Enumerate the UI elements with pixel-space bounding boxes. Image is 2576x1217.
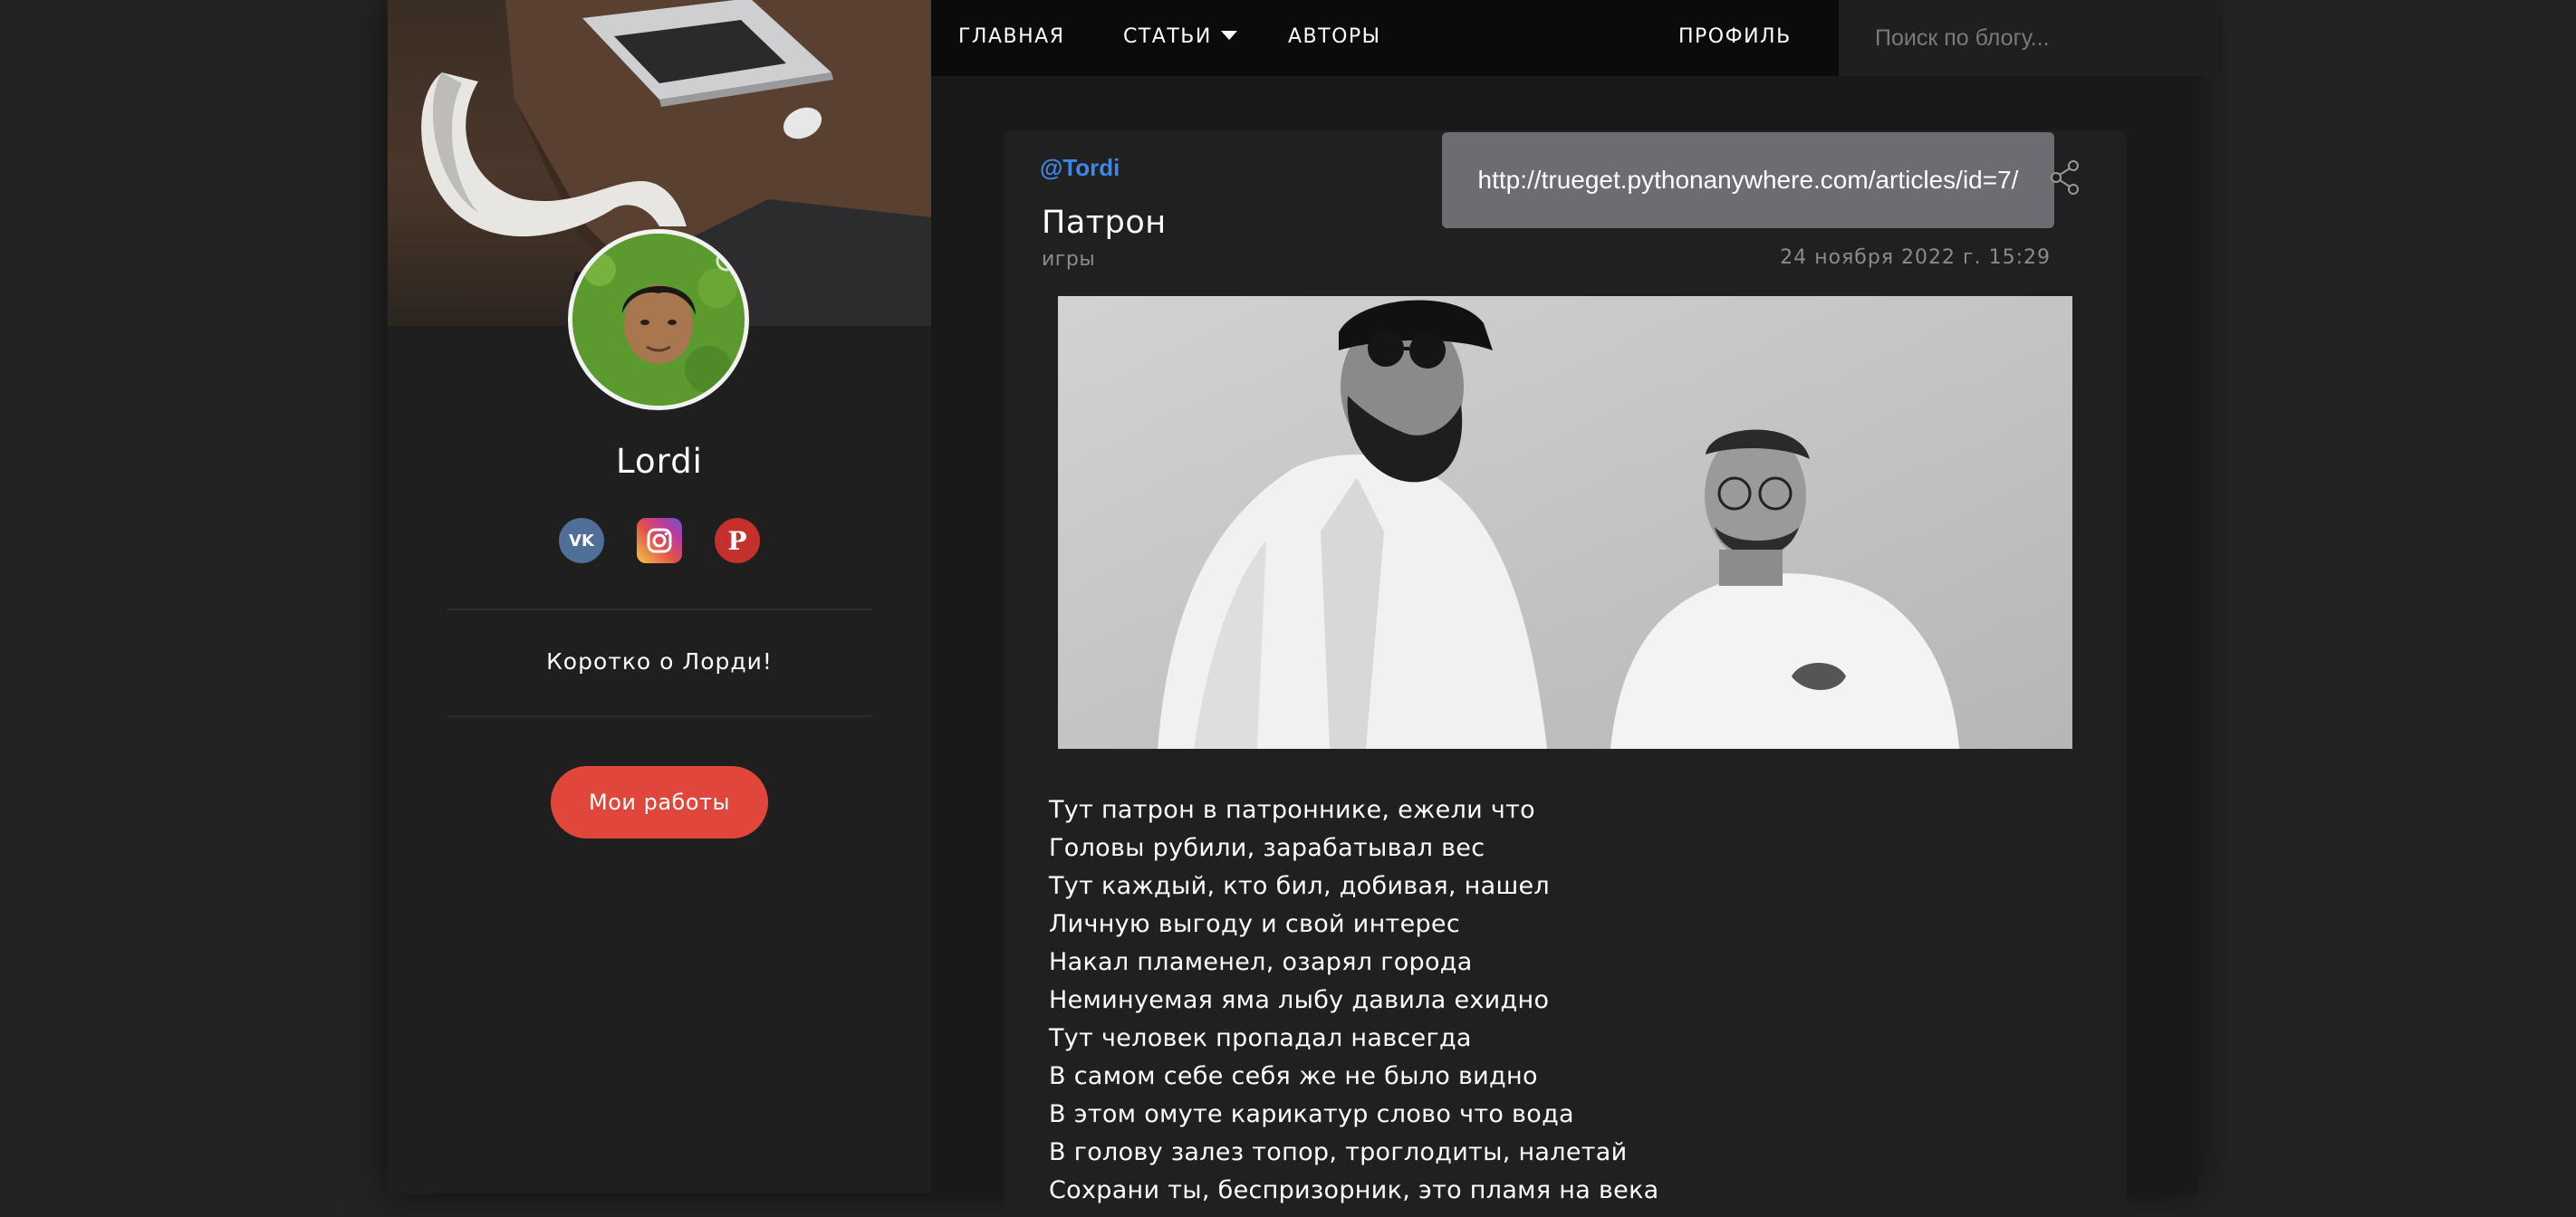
article-line: Неминуемая яма лыбу давила ехидно: [1049, 986, 1550, 1014]
avatar-image: [572, 234, 745, 406]
article-category[interactable]: игры: [1042, 248, 1095, 271]
my-works-button[interactable]: Мои работы: [551, 766, 768, 838]
article-line: Тут патрон в патроннике, ежели что: [1049, 796, 1535, 824]
article-line: В этом омуте карикатур слово что вода: [1049, 1100, 1574, 1128]
article-line: Накал пламенел, озарял города: [1049, 948, 1473, 976]
instagram-icon[interactable]: [637, 518, 682, 563]
article-photo: [1058, 296, 2072, 749]
article-date: 24 ноября 2022 г. 15:29: [1780, 246, 2051, 269]
sidebar-divider-top: [447, 608, 871, 610]
share-url-tooltip: http://trueget.pythonanywhere.com/articl…: [1442, 132, 2054, 228]
nav-articles-label: СТАТЬИ: [1123, 25, 1212, 48]
nav-authors[interactable]: АВТОРЫ: [1288, 0, 1381, 76]
chevron-down-icon: [1220, 31, 1237, 40]
article-author-link[interactable]: @Tordi: [1040, 154, 1120, 182]
author-name: Lordi: [616, 442, 703, 481]
article-title: Патрон: [1042, 205, 1167, 241]
article-line: Сохрани ты, беспризорник, это пламя на в…: [1049, 1176, 1659, 1204]
sidebar-divider-bottom: [447, 715, 871, 717]
nav-profile[interactable]: ПРОФИЛЬ: [1678, 0, 1792, 76]
article-line: Головы рубили, зарабатывал вес: [1049, 834, 1485, 862]
instagram-glyph: [647, 528, 672, 553]
share-icon[interactable]: [2045, 158, 2085, 197]
nav-home-label: ГЛАВНАЯ: [958, 25, 1065, 48]
search-input[interactable]: [1839, 0, 2223, 76]
article-line: В самом себе себя же не было видно: [1049, 1062, 1538, 1090]
nav-profile-label: ПРОФИЛЬ: [1678, 25, 1792, 48]
article-card: @Tordi Патрон игры 24 ноября 2022 г. 15:…: [1004, 130, 2127, 1217]
nav-authors-label: АВТОРЫ: [1288, 25, 1381, 48]
top-navigation: ГЛАВНАЯ СТАТЬИ АВТОРЫ ПРОФИЛЬ: [931, 0, 2223, 76]
pinterest-icon-label: P: [727, 525, 747, 556]
vk-icon-label: VK: [569, 531, 594, 551]
vk-icon[interactable]: VK: [559, 518, 604, 563]
page: Lordi VK P Коротко о Лорди! Мои работы Г…: [388, 0, 2223, 1217]
pinterest-icon[interactable]: P: [715, 518, 760, 563]
article-line: Тут человек пропадал навсегда: [1049, 1024, 1472, 1052]
nav-home[interactable]: ГЛАВНАЯ: [958, 0, 1064, 76]
social-links: VK P: [388, 518, 931, 563]
author-avatar[interactable]: [568, 229, 749, 410]
article-image: [1058, 296, 2072, 749]
article-line: Личную выгоду и свой интерес: [1049, 910, 1460, 938]
article-body: Тут патрон в патроннике, ежели что Голов…: [1049, 791, 2081, 1210]
article-line: В голову залез топор, троглодиты, налета…: [1049, 1138, 1628, 1166]
author-about: Коротко о Лорди!: [546, 648, 773, 675]
nav-articles-dropdown[interactable]: СТАТЬИ: [1123, 0, 1237, 76]
article-line: Тут каждый, кто бил, добивая, нашел: [1049, 872, 1550, 900]
author-sidebar: Lordi VK P Коротко о Лорди! Мои работы: [388, 0, 931, 1193]
share-glyph: [2051, 160, 2079, 195]
